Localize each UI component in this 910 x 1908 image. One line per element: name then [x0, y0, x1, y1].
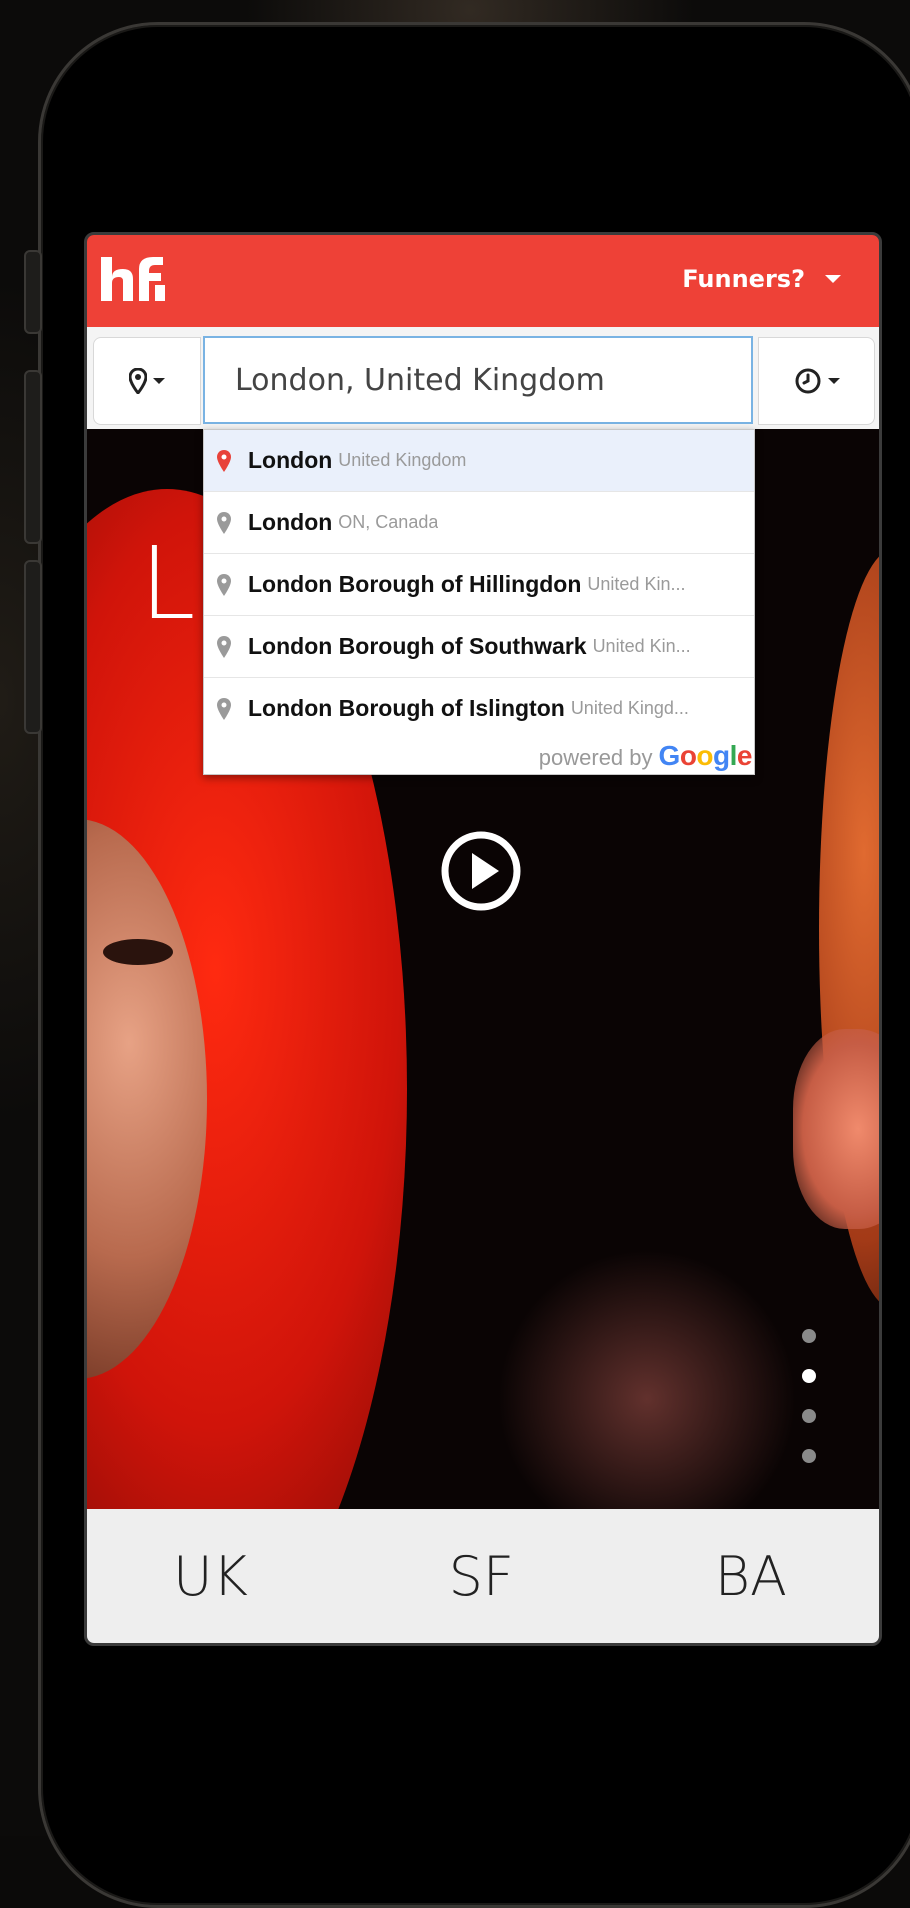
- tab-ba[interactable]: BA: [715, 1545, 787, 1608]
- google-logo: Google: [658, 740, 753, 772]
- map-pin-icon: [217, 449, 231, 472]
- phone-side-button: [24, 370, 42, 544]
- chevron-down-icon: [153, 378, 165, 384]
- search-bar: [87, 327, 879, 429]
- suggestion-item[interactable]: London Borough of Islington United Kingd…: [204, 678, 754, 739]
- google-logo-letter: g: [713, 740, 730, 771]
- google-logo-letter: o: [696, 740, 714, 771]
- carousel-dot[interactable]: [802, 1329, 816, 1343]
- hero-image-detail: [793, 1029, 879, 1229]
- google-logo-letter: e: [736, 740, 753, 771]
- google-logo-letter: l: [729, 740, 738, 771]
- map-pin-icon: [217, 697, 231, 720]
- clock-icon: [795, 368, 820, 394]
- suggestion-main-text: London: [248, 633, 333, 659]
- suggestion-rest-text: Borough of Southwark: [332, 633, 587, 659]
- chevron-down-icon: [825, 275, 841, 283]
- suggestion-main-text: London: [248, 571, 333, 597]
- suggestion-main-text: London: [248, 447, 333, 473]
- top-navbar: Funners?: [87, 235, 879, 327]
- hero-image-detail: [497, 1249, 797, 1509]
- suggestion-item[interactable]: London United Kingdom: [204, 430, 754, 492]
- play-icon[interactable]: [441, 831, 521, 911]
- suggestion-item[interactable]: London Borough of Southwark United Kin..…: [204, 616, 754, 678]
- chevron-down-icon: [827, 378, 840, 384]
- suggestion-secondary-text: United Kin...: [587, 574, 686, 594]
- suggestion-main-text: London: [248, 509, 333, 535]
- suggestion-secondary-text: United Kin...: [592, 636, 691, 656]
- city-tabs: UK SF BA: [87, 1509, 879, 1643]
- powered-by-google: powered by Google: [538, 740, 753, 772]
- user-menu-label: Funners?: [682, 265, 805, 293]
- location-search-input[interactable]: [203, 336, 753, 424]
- suggestion-rest-text: Borough of Islington: [332, 695, 565, 721]
- map-pin-icon: [129, 368, 147, 394]
- app-screen: Funners? LA: [84, 232, 882, 1646]
- carousel-dot[interactable]: [802, 1409, 816, 1423]
- app-logo[interactable]: [101, 255, 167, 305]
- tab-sf[interactable]: SF: [449, 1545, 514, 1608]
- phone-side-button: [24, 250, 42, 334]
- powered-by-label: powered by: [538, 745, 653, 770]
- map-pin-icon: [217, 635, 231, 658]
- location-dropdown-button[interactable]: [93, 337, 201, 425]
- suggestion-secondary-text: United Kingd...: [570, 698, 689, 718]
- autocomplete-dropdown: London United Kingdom London ON, Canada …: [203, 429, 755, 775]
- suggestion-main-text: London: [248, 695, 333, 721]
- carousel-indicators: [802, 1329, 822, 1489]
- google-logo-letter: o: [679, 740, 697, 771]
- phone-side-button: [24, 560, 42, 734]
- map-pin-icon: [217, 511, 231, 534]
- carousel-dot-active[interactable]: [802, 1369, 816, 1383]
- suggestion-item[interactable]: London Borough of Hillingdon United Kin.…: [204, 554, 754, 616]
- carousel-dot[interactable]: [802, 1449, 816, 1463]
- tab-uk[interactable]: UK: [173, 1545, 248, 1608]
- time-dropdown-button[interactable]: [758, 337, 875, 425]
- suggestion-secondary-text: ON, Canada: [338, 512, 439, 532]
- suggestion-secondary-text: United Kingdom: [338, 450, 467, 470]
- map-pin-icon: [217, 573, 231, 596]
- google-logo-letter: G: [658, 740, 681, 771]
- suggestion-rest-text: Borough of Hillingdon: [332, 571, 582, 597]
- hero-image-detail: [103, 939, 173, 965]
- suggestion-item[interactable]: London ON, Canada: [204, 492, 754, 554]
- user-menu[interactable]: Funners?: [682, 265, 841, 293]
